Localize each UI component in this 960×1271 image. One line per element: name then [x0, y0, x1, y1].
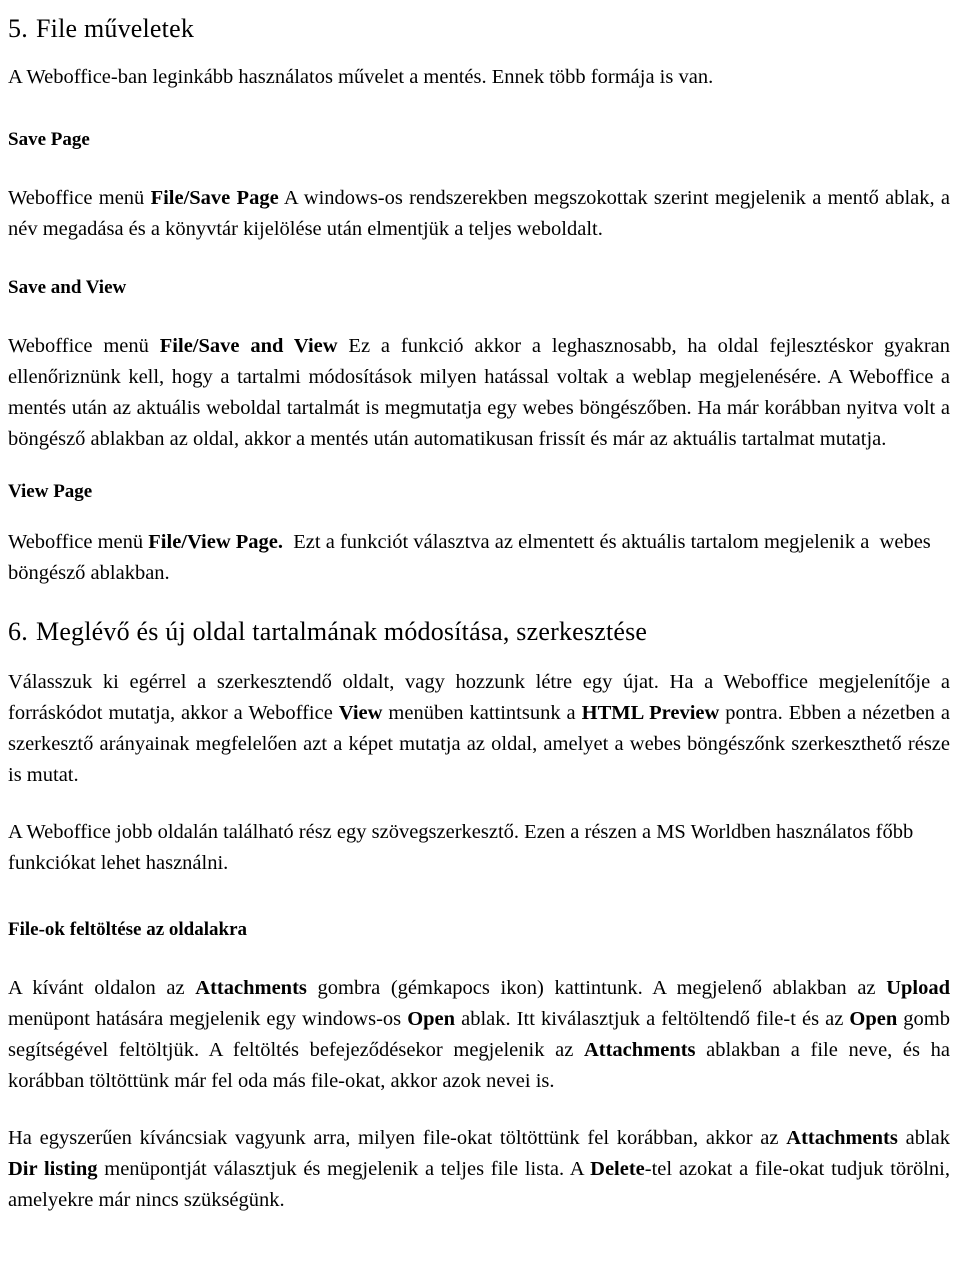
window-attachments: Attachments — [786, 1127, 898, 1149]
menu-path-file-save-and-view: File/Save and View — [159, 335, 338, 357]
heading-meglevo-es-uj-oldal: 6. Meglévő és új oldal tartalmának módosí… — [8, 615, 950, 649]
window-attachments: Attachments — [583, 1039, 696, 1061]
menu-upload: Upload — [886, 977, 951, 999]
paragraph-dir-listing: Ha egyszerűen kíváncsiak vagyunk arra, m… — [8, 1123, 950, 1216]
menu-path-file-view-page: File/View Page. — [148, 531, 284, 553]
text-run: Weboffice menü — [8, 335, 160, 357]
text-run: Ha egyszerűen kíváncsiak vagyunk arra, m… — [8, 1127, 787, 1149]
text-run: Weboffice menü — [8, 187, 151, 209]
heading-text: Meglévő és új oldal tartalmának módosítá… — [36, 617, 648, 646]
text-run: ablak. Itt kiválasztjuk a feltöltendő fi… — [455, 1008, 850, 1030]
document-page: 5. File műveletek A Weboffice-ban leginká… — [0, 0, 960, 1271]
subheading-view-page: View Page — [8, 481, 93, 502]
paragraph-save-page: Weboffice menü File/Save Page A windows-… — [8, 183, 950, 245]
paragraph-save-and-view: Weboffice menü File/Save and View Ez a f… — [8, 331, 950, 455]
menu-html-preview: HTML Preview — [581, 702, 720, 724]
paragraph-szerkesztes: Válasszuk ki egérrel a szerkesztendő old… — [8, 667, 950, 791]
paragraph-szovegszerkeszto: A Weboffice jobb oldalán található rész … — [8, 817, 950, 879]
heading-file-muveletek: 5. File műveletek — [8, 12, 950, 46]
paragraph-intro: A Weboffice-ban leginkább használatos mű… — [8, 62, 950, 93]
paragraph-view-page: Weboffice menü File/View Page. Ezt a fun… — [8, 527, 950, 589]
text-run: menüpontját választjuk és megjelenik a t… — [97, 1158, 591, 1180]
subheading-save-page: Save Page — [8, 129, 90, 150]
button-attachments: Attachments — [195, 977, 307, 999]
text-run: A Weboffice jobb oldalán található rész … — [8, 821, 919, 874]
text-run: menüben kattintsunk a — [382, 702, 582, 724]
text-run: gombra (gémkapocs ikon) kattintunk. A me… — [306, 977, 887, 999]
button-open: Open — [849, 1008, 898, 1030]
document-body: 5. File műveletek A Weboffice-ban leginká… — [8, 0, 950, 1216]
menu-view: View — [338, 702, 383, 724]
text-run: Weboffice menü — [8, 531, 149, 553]
menu-path-file-save-page: File/Save Page — [150, 187, 279, 209]
paragraph-attachments-upload: A kívánt oldalon az Attachments gombra (… — [8, 973, 950, 1097]
text-run: A Weboffice-ban leginkább használatos mű… — [8, 66, 714, 88]
text-run: A kívánt oldalon az — [8, 977, 196, 999]
menu-dir-listing: Dir listing — [8, 1158, 98, 1180]
menu-delete: Delete — [590, 1158, 645, 1180]
subheading-file-ok-feltoltese: File-ok feltöltése az oldalakra — [8, 919, 248, 940]
subheading-save-and-view: Save and View — [8, 277, 127, 298]
heading-number: 5. — [8, 14, 28, 43]
text-run: ablak — [897, 1127, 956, 1149]
heading-number: 6. — [8, 617, 28, 646]
dialog-open: Open — [407, 1008, 456, 1030]
heading-text: File műveletek — [36, 14, 195, 43]
